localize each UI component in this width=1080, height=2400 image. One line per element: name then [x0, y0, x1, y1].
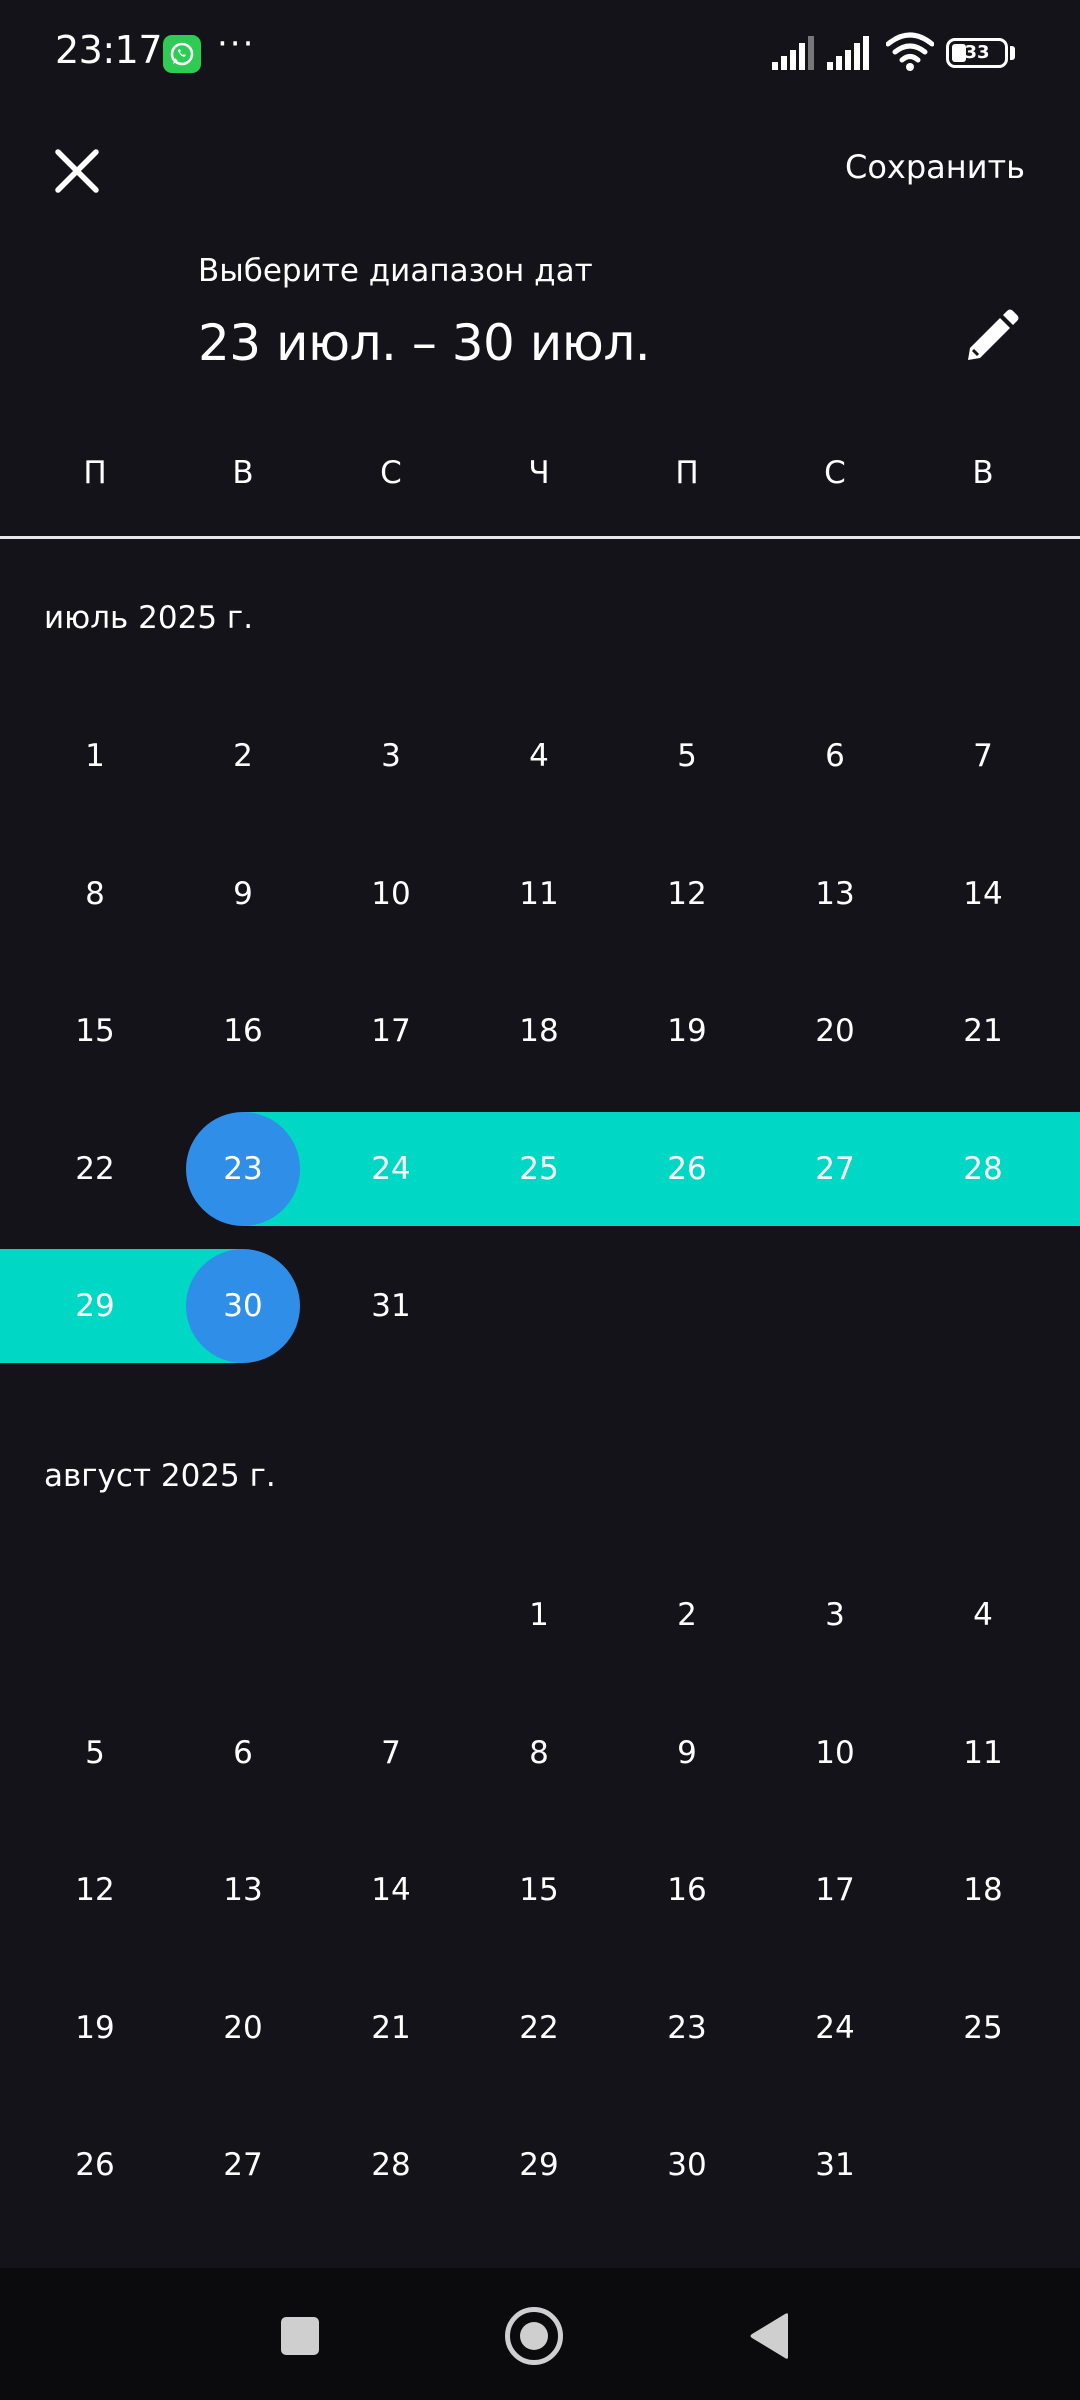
navigation-bar	[0, 2268, 1080, 2400]
battery-cap	[1010, 46, 1015, 60]
divider	[0, 536, 1080, 539]
calendar-day[interactable]: 9	[169, 874, 317, 914]
calendar-day[interactable]: 23	[169, 1149, 317, 1189]
calendar-day[interactable]: 14	[317, 1870, 465, 1910]
calendar-day[interactable]: 8	[21, 874, 169, 914]
weekday-label: В	[232, 455, 254, 491]
calendar-day[interactable]: 17	[317, 1011, 465, 1051]
calendar-day[interactable]: 25	[909, 2008, 1057, 2048]
more-notifications-icon: ···	[217, 24, 256, 64]
weekday-label: Ч	[528, 455, 550, 491]
calendar-day[interactable]: 26	[21, 2145, 169, 2185]
pencil-icon[interactable]	[958, 306, 1022, 370]
calendar-day[interactable]: 3	[761, 1595, 909, 1635]
weekday-label: П	[83, 455, 107, 491]
calendar-day[interactable]: 25	[465, 1149, 613, 1189]
weekday-label: С	[824, 455, 846, 491]
calendar-day[interactable]: 12	[21, 1870, 169, 1910]
calendar-day[interactable]: 24	[761, 2008, 909, 2048]
calendar-day[interactable]: 15	[465, 1870, 613, 1910]
calendar-day[interactable]: 21	[909, 1011, 1057, 1051]
calendar-day[interactable]: 26	[613, 1149, 761, 1189]
calendar-day[interactable]: 27	[169, 2145, 317, 2185]
calendar-day[interactable]: 18	[465, 1011, 613, 1051]
calendar-day[interactable]: 24	[317, 1149, 465, 1189]
calendar-day[interactable]: 14	[909, 874, 1057, 914]
signal-icon	[827, 36, 869, 70]
calendar-day[interactable]: 31	[761, 2145, 909, 2185]
calendar-day[interactable]: 30	[613, 2145, 761, 2185]
wifi-icon	[886, 32, 934, 71]
back-triangle-icon[interactable]	[748, 2312, 790, 2360]
calendar-day[interactable]: 30	[169, 1286, 317, 1326]
calendar-day[interactable]: 4	[909, 1595, 1057, 1635]
calendar-day[interactable]: 17	[761, 1870, 909, 1910]
calendar-day[interactable]: 22	[465, 2008, 613, 2048]
calendar-day[interactable]: 18	[909, 1870, 1057, 1910]
calendar-day[interactable]: 5	[613, 736, 761, 776]
calendar-day[interactable]: 10	[761, 1733, 909, 1773]
calendar-day[interactable]: 5	[21, 1733, 169, 1773]
signal-icon	[772, 36, 814, 70]
calendar-day[interactable]: 10	[317, 874, 465, 914]
calendar-day[interactable]: 8	[465, 1733, 613, 1773]
calendar-day[interactable]: 1	[465, 1595, 613, 1635]
calendar-day[interactable]: 2	[613, 1595, 761, 1635]
close-icon[interactable]	[42, 136, 112, 206]
month-title: август 2025 г.	[44, 1458, 276, 1494]
calendar-day[interactable]: 20	[761, 1011, 909, 1051]
range-value: 23 июл. – 30 июл.	[198, 314, 651, 372]
weekday-label: П	[675, 455, 699, 491]
recents-square-icon[interactable]	[281, 2317, 319, 2355]
calendar-day[interactable]: 13	[761, 874, 909, 914]
calendar-day[interactable]: 21	[317, 2008, 465, 2048]
calendar-day[interactable]: 1	[21, 736, 169, 776]
calendar-day[interactable]: 7	[317, 1733, 465, 1773]
weekday-label: С	[380, 455, 402, 491]
calendar-day[interactable]: 13	[169, 1870, 317, 1910]
calendar-day[interactable]: 22	[21, 1149, 169, 1189]
calendar-day[interactable]: 29	[465, 2145, 613, 2185]
calendar-day[interactable]: 29	[21, 1286, 169, 1326]
calendar-day[interactable]: 19	[613, 1011, 761, 1051]
calendar-day[interactable]: 7	[909, 736, 1057, 776]
save-button[interactable]: Сохранить	[845, 148, 1025, 186]
calendar-day[interactable]: 19	[21, 2008, 169, 2048]
range-label: Выберите диапазон дат	[198, 253, 593, 289]
calendar-day[interactable]: 28	[317, 2145, 465, 2185]
whatsapp-icon	[163, 35, 201, 73]
calendar-day[interactable]: 16	[169, 1011, 317, 1051]
battery-icon: 33	[946, 38, 1008, 68]
calendar-day[interactable]: 16	[613, 1870, 761, 1910]
home-circle-icon[interactable]	[505, 2307, 563, 2365]
calendar-day[interactable]: 31	[317, 1286, 465, 1326]
status-time: 23:17	[55, 28, 163, 72]
calendar-day[interactable]: 4	[465, 736, 613, 776]
calendar-day[interactable]: 12	[613, 874, 761, 914]
month-title: июль 2025 г.	[44, 600, 254, 636]
calendar-day[interactable]: 27	[761, 1149, 909, 1189]
status-bar: 23:17 ··· 33	[0, 0, 1080, 108]
calendar-day[interactable]: 9	[613, 1733, 761, 1773]
calendar-day[interactable]: 20	[169, 2008, 317, 2048]
calendar-day[interactable]: 28	[909, 1149, 1057, 1189]
calendar-day[interactable]: 11	[909, 1733, 1057, 1773]
weekday-label: В	[972, 455, 994, 491]
calendar-day[interactable]: 2	[169, 736, 317, 776]
weekday-header: П В С Ч П С В	[0, 455, 1080, 505]
battery-level: 33	[964, 42, 990, 63]
calendar-day[interactable]: 15	[21, 1011, 169, 1051]
calendar-day[interactable]: 6	[761, 736, 909, 776]
calendar-day[interactable]: 23	[613, 2008, 761, 2048]
calendar-day[interactable]: 6	[169, 1733, 317, 1773]
calendar-day[interactable]: 3	[317, 736, 465, 776]
calendar-day[interactable]: 11	[465, 874, 613, 914]
